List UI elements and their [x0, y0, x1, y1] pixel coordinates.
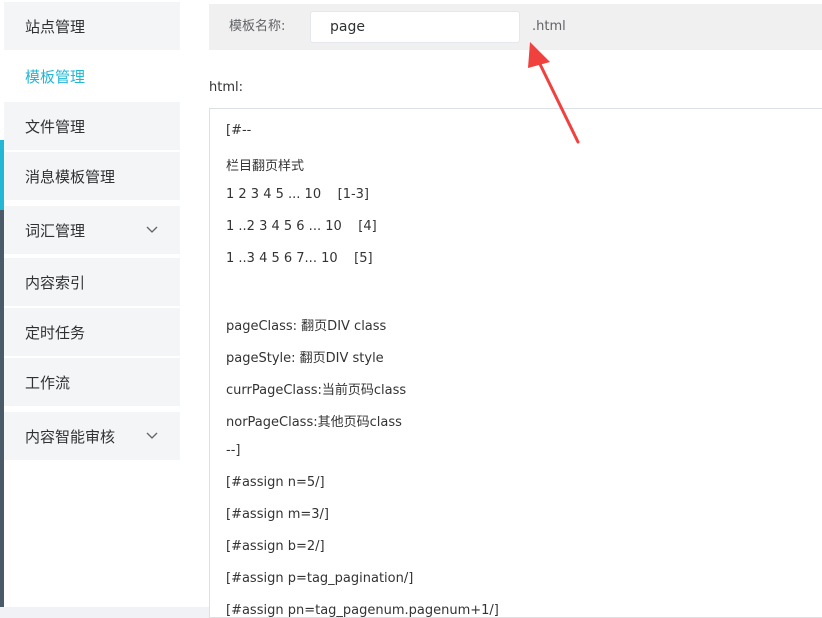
- sidebar-item-file-management[interactable]: 文件管理: [4, 102, 180, 150]
- code-line: [#assign b=2/]: [226, 539, 325, 554]
- sidebar-item-message-template-management[interactable]: 消息模板管理: [4, 152, 180, 200]
- sidebar-item-label: 模板管理: [25, 67, 86, 86]
- html-code-editor[interactable]: [#-- 栏目翻页样式 1 2 3 4 5 ... 10 [1-3] 1 ..2…: [209, 108, 822, 618]
- sidebar-item-vocabulary-management[interactable]: 词汇管理: [4, 206, 180, 254]
- sidebar-item-label: 消息模板管理: [25, 167, 116, 186]
- sidebar-item-label: 内容索引: [25, 273, 86, 292]
- code-line: 1 2 3 4 5 ... 10 [1-3]: [226, 187, 369, 202]
- main-content: 模板名称: .html html: [#-- 栏目翻页样式 1 2 3 4 5 …: [180, 0, 822, 618]
- template-name-bar: 模板名称: .html: [209, 4, 822, 50]
- sidebar: 站点管理 模板管理 文件管理 消息模板管理 词汇管理 内容索引 定时任务 工作流…: [0, 0, 180, 607]
- sidebar-item-label: 内容智能审核: [25, 427, 116, 446]
- sidebar-item-label: 定时任务: [25, 323, 86, 342]
- red-arrow-icon: [528, 42, 580, 144]
- code-line: pageClass: 翻页DIV class: [226, 319, 387, 334]
- code-line: 栏目翻页样式: [226, 159, 305, 174]
- code-line: [#assign p=tag_pagination/]: [226, 571, 414, 586]
- code-line: norPageClass:其他页码class: [226, 415, 402, 430]
- html-label: html:: [209, 80, 243, 95]
- sidebar-item-content-index[interactable]: 内容索引: [4, 258, 180, 306]
- sidebar-item-site-management[interactable]: 站点管理: [4, 2, 180, 50]
- sidebar-item-label: 词汇管理: [25, 221, 86, 240]
- code-line: [#--: [226, 123, 252, 138]
- sidebar-item-workflow[interactable]: 工作流: [4, 358, 180, 406]
- sidebar-item-label: 站点管理: [25, 17, 86, 36]
- code-line: pageStyle: 翻页DIV style: [226, 351, 384, 366]
- chevron-down-icon: [146, 432, 158, 439]
- template-name-input[interactable]: [310, 11, 520, 43]
- code-line: currPageClass:当前页码class: [226, 383, 407, 398]
- sidebar-item-content-ai-review[interactable]: 内容智能审核: [4, 412, 180, 460]
- code-line: --]: [226, 443, 241, 458]
- template-name-label: 模板名称:: [229, 19, 286, 34]
- code-line: [#assign pn=tag_pagenum.pagenum+1/]: [226, 603, 499, 618]
- sidebar-item-template-management[interactable]: 模板管理: [4, 52, 180, 100]
- code-line: 1 ..2 3 4 5 6 ... 10 [4]: [226, 219, 377, 234]
- code-line: [#assign n=5/]: [226, 475, 325, 490]
- chevron-down-icon: [146, 226, 158, 233]
- sidebar-item-label: 文件管理: [25, 117, 86, 136]
- code-line: [#assign m=3/]: [226, 507, 329, 522]
- sidebar-item-label: 工作流: [25, 373, 71, 392]
- code-line: 1 ..3 4 5 6 7... 10 [5]: [226, 251, 373, 266]
- sidebar-item-scheduled-tasks[interactable]: 定时任务: [4, 308, 180, 356]
